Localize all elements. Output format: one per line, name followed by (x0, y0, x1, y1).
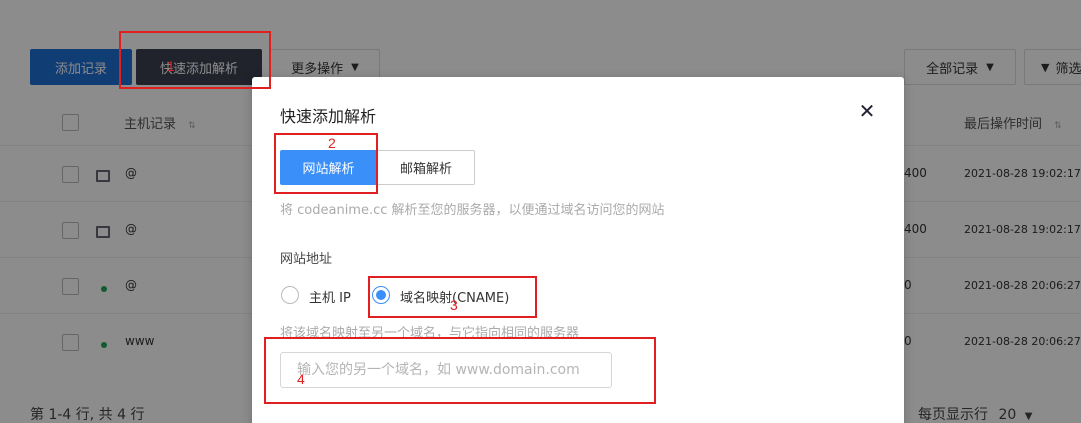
annotation-number-1: 1 (167, 58, 175, 74)
radio-host-ip-label[interactable]: 主机 IP (309, 287, 351, 306)
annotation-box-4 (264, 337, 656, 404)
annotation-box-2 (274, 133, 378, 194)
annotation-number-3: 3 (450, 297, 458, 313)
tab-mail-resolution[interactable]: 邮箱解析 (377, 150, 475, 185)
annotation-box-1 (119, 31, 271, 89)
annotation-number-2: 2 (328, 135, 336, 151)
dialog-title: 快速添加解析 (280, 107, 377, 126)
resolution-description: 将 codeanime.cc 解析至您的服务器，以便通过域名访问您的网站 (280, 203, 665, 218)
close-icon[interactable]: ✕ (856, 101, 878, 123)
annotation-number-4: 4 (297, 371, 305, 387)
website-address-label: 网站地址 (280, 252, 333, 267)
radio-host-ip[interactable] (281, 286, 299, 304)
